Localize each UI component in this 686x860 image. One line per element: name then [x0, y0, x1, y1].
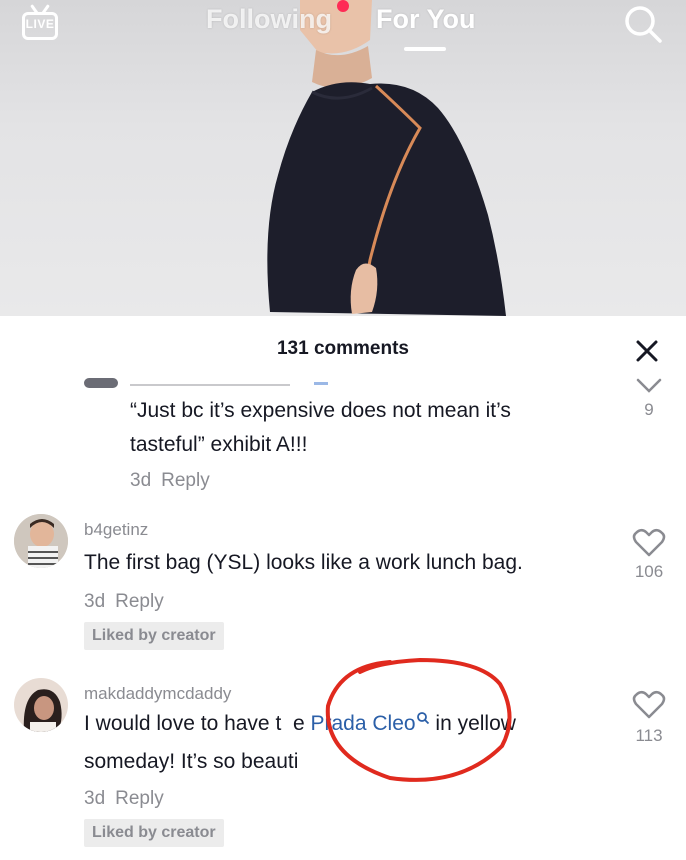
search-icon	[416, 712, 429, 725]
like-count: 113	[635, 726, 663, 745]
comment-time: 3d	[84, 788, 106, 809]
video-player[interactable]: LIVE Following For You	[0, 0, 686, 316]
comments-sheet: 131 comments “Just bc it’s expensive doe…	[0, 316, 686, 860]
tab-following[interactable]: Following	[206, 4, 332, 35]
like-count: 106	[634, 562, 664, 581]
chevron-down-icon[interactable]	[634, 376, 664, 396]
like-count: 9	[644, 400, 654, 419]
comment-meta: 3d Reply	[84, 591, 164, 613]
live-label: LIVE	[25, 17, 55, 31]
comment-time: 3d	[130, 470, 152, 491]
active-tab-indicator	[404, 47, 446, 51]
comments-count-title: 131 comments	[276, 338, 409, 359]
reply-button[interactable]: Reply	[115, 591, 164, 612]
avatar[interactable]	[14, 514, 68, 568]
top-navigation: LIVE Following For You	[0, 0, 686, 60]
reply-button[interactable]: Reply	[161, 470, 210, 491]
close-icon	[636, 340, 658, 362]
tab-for-you[interactable]: For You	[376, 4, 476, 35]
search-button[interactable]	[622, 3, 664, 45]
comment-text: “Just bc it’s expensive does not mean it…	[130, 399, 511, 422]
product-search-link[interactable]: Prada Cleo	[311, 712, 430, 735]
heart-icon[interactable]	[632, 690, 666, 720]
heart-icon[interactable]	[632, 528, 666, 558]
avatar[interactable]	[14, 678, 68, 732]
close-button[interactable]	[632, 336, 662, 366]
reply-button[interactable]: Reply	[115, 788, 164, 809]
comment-text: I would love to have the Prada Cleo in y…	[84, 712, 516, 735]
liked-by-creator-badge: Liked by creator	[84, 819, 224, 847]
comment-meta: 3d Reply	[84, 788, 164, 810]
liked-by-creator-badge: Liked by creator	[84, 622, 224, 650]
search-icon	[625, 6, 662, 43]
comment-username[interactable]: makdaddymcdaddy	[84, 684, 231, 704]
comment-text: The first bag (YSL) looks like a work lu…	[84, 551, 523, 574]
comment-text: someday! It’s so beauti	[84, 750, 299, 773]
comment-time: 3d	[84, 591, 106, 612]
comment-username[interactable]: b4getinz	[84, 520, 148, 540]
live-button[interactable]: LIVE	[20, 4, 62, 44]
comment-meta: 3d Reply	[130, 470, 210, 492]
comment-text: tasteful” exhibit A!!!	[130, 433, 308, 456]
notification-dot	[337, 0, 349, 12]
scrolled-username-row	[84, 376, 344, 390]
